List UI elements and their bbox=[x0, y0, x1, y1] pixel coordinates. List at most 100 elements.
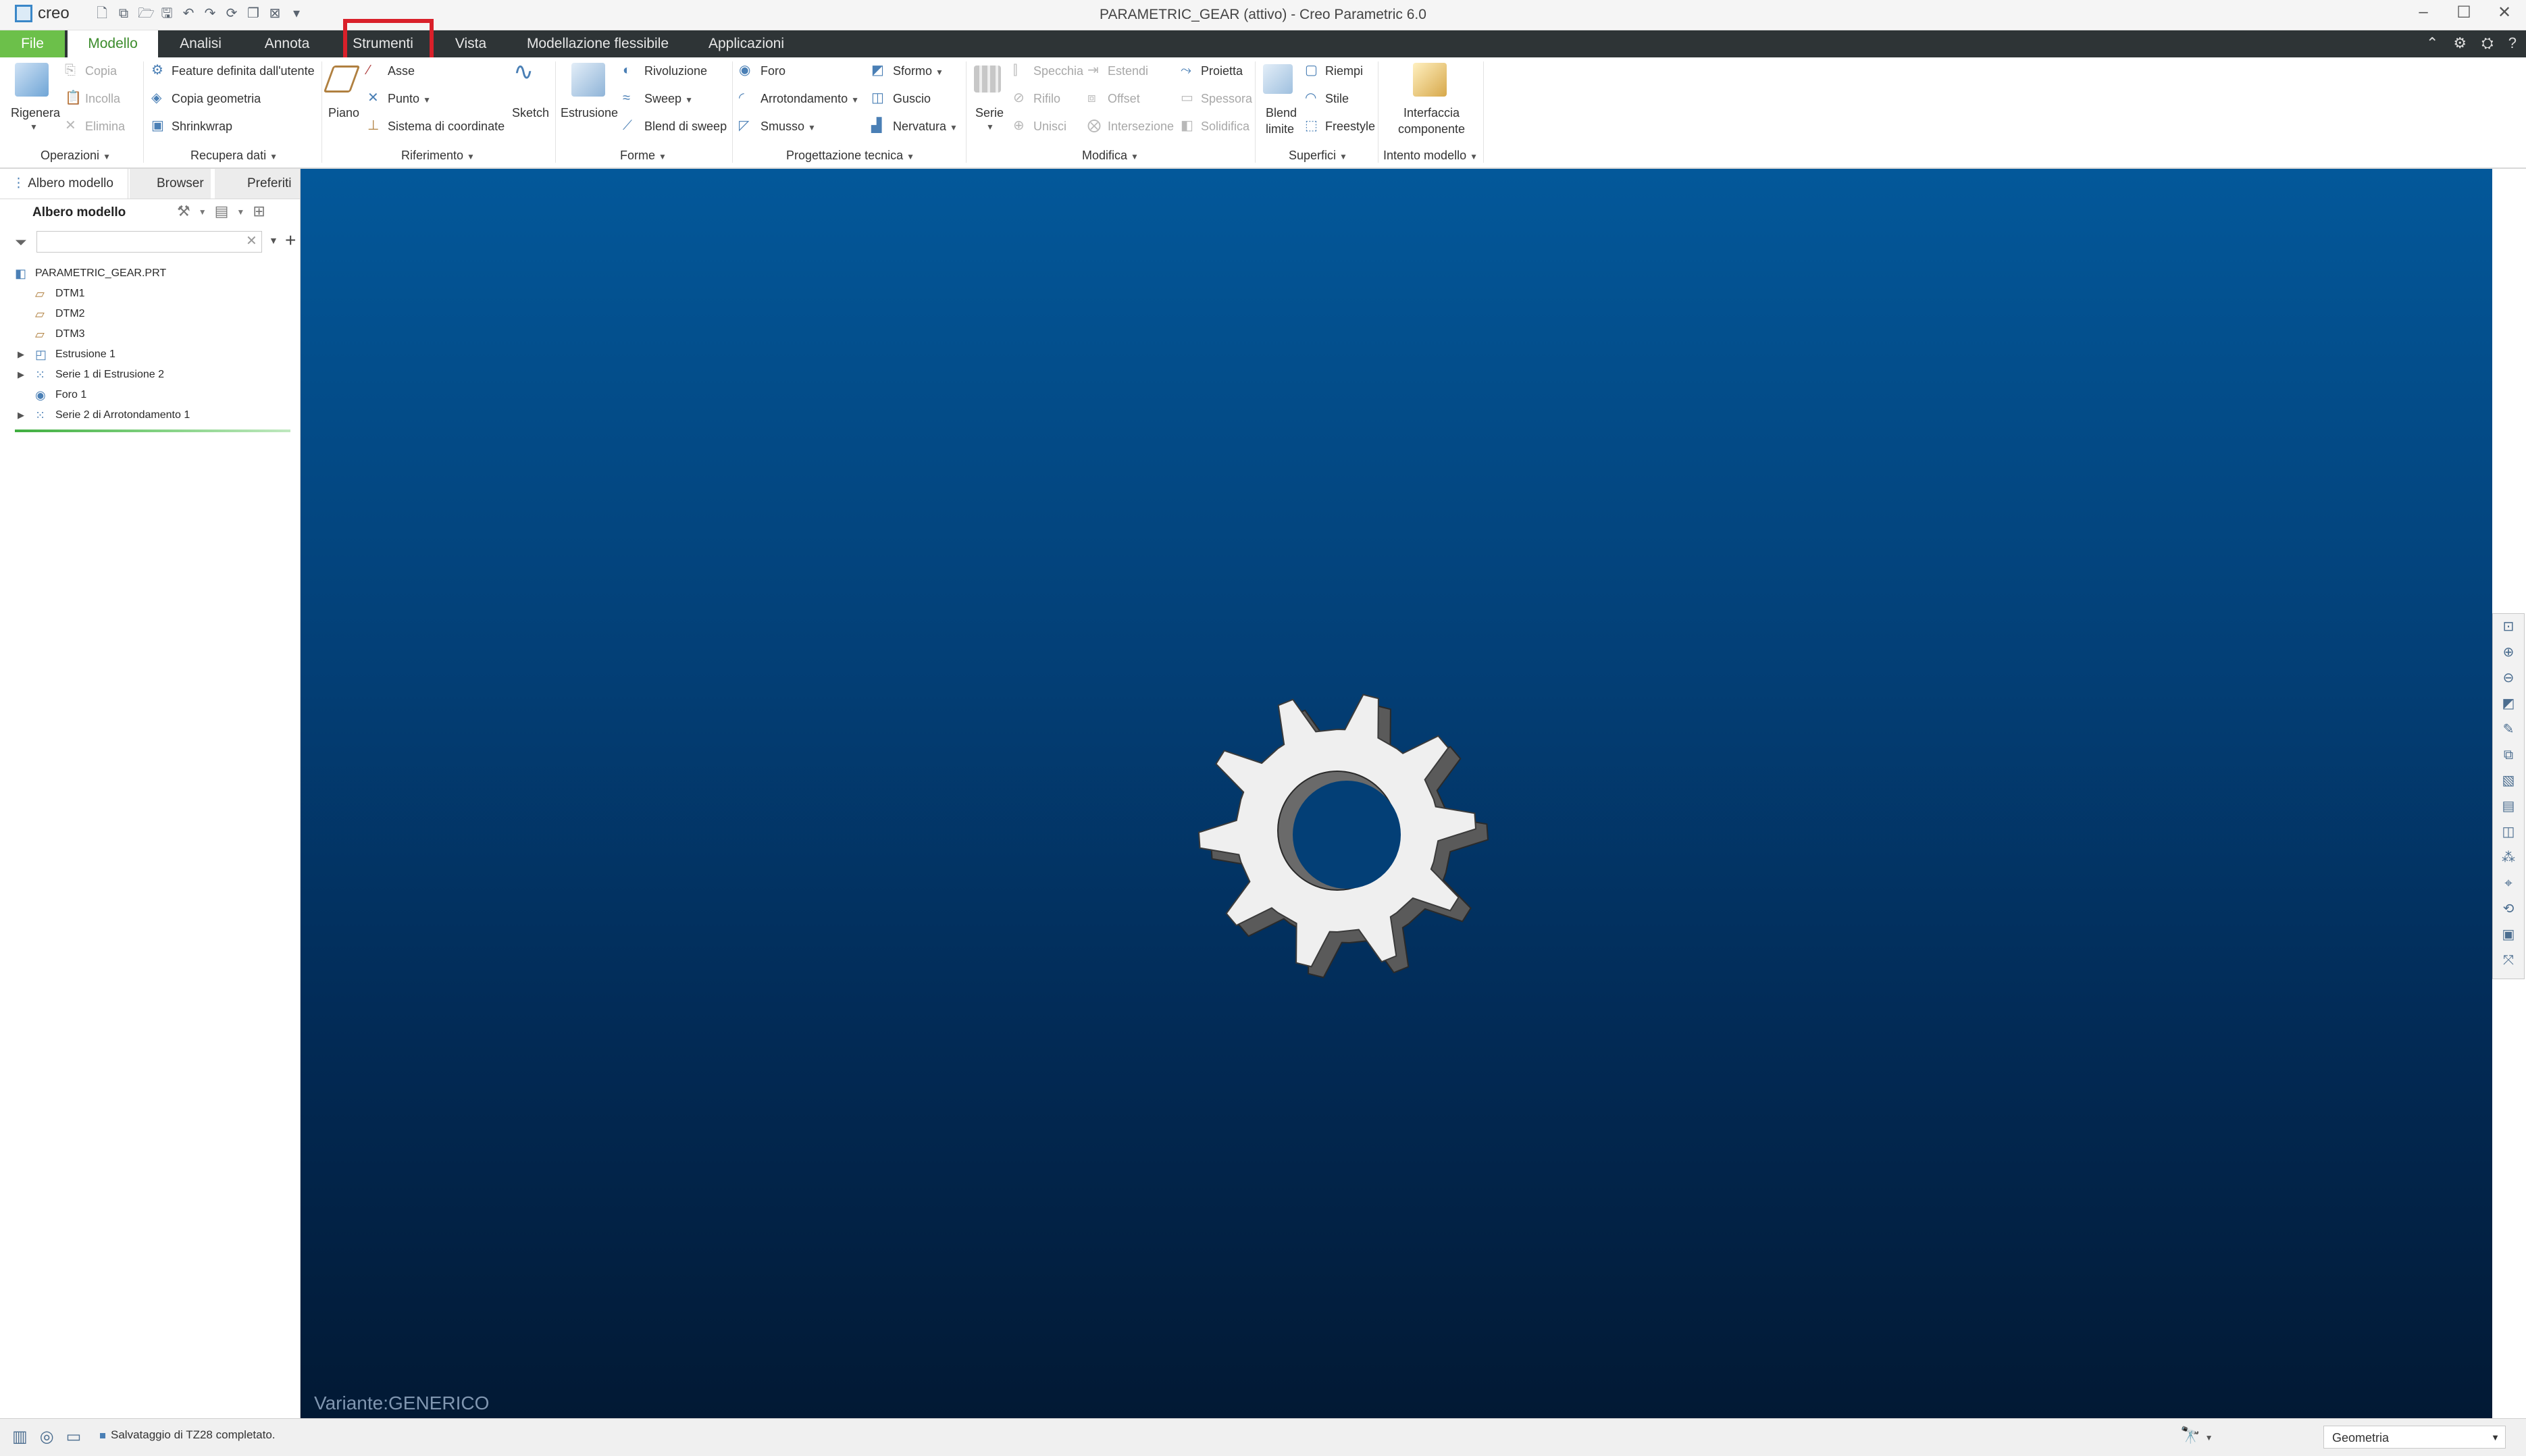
group-operazioni[interactable]: Operazioni ▼ bbox=[41, 149, 111, 163]
unisci-button[interactable]: Unisci bbox=[1033, 120, 1066, 134]
arrotondamento-button[interactable]: Arrotondamento ▼ bbox=[761, 92, 859, 106]
gear-model[interactable] bbox=[1179, 672, 1496, 989]
saved-views-icon[interactable]: ⧉ bbox=[2500, 746, 2517, 764]
tab-file[interactable]: File bbox=[0, 30, 65, 57]
repaint-icon[interactable]: ◩ bbox=[2500, 695, 2517, 712]
pattern-icon[interactable] bbox=[974, 66, 1001, 93]
group-intento-modello[interactable]: Intento modello ▼ bbox=[1383, 149, 1478, 163]
zoom-in-icon[interactable]: ⊕ bbox=[2500, 644, 2517, 661]
perspective-icon[interactable]: ◫ bbox=[2500, 823, 2517, 841]
asse-button[interactable]: Asse bbox=[388, 64, 415, 78]
maximize-icon[interactable]: ☐ bbox=[2452, 3, 2476, 22]
sistema-coordinate-button[interactable]: Sistema di coordinate bbox=[388, 120, 505, 134]
selection-filter-dropdown[interactable]: Geometria ▼ bbox=[2323, 1426, 2506, 1449]
full-screen-icon[interactable]: ▭ bbox=[66, 1427, 82, 1447]
group-modifica[interactable]: Modifica ▼ bbox=[1082, 149, 1139, 163]
punto-button[interactable]: Punto ▼ bbox=[388, 92, 431, 106]
show-icon[interactable]: ▤ bbox=[215, 203, 229, 222]
limite-label[interactable]: limite bbox=[1266, 122, 1294, 136]
selection-display-icon[interactable]: ▣ bbox=[2500, 926, 2517, 943]
tab-analisi[interactable]: Analisi bbox=[172, 30, 229, 57]
add-icon[interactable]: + bbox=[285, 230, 296, 251]
nervatura-button[interactable]: Nervatura ▼ bbox=[893, 120, 958, 134]
tree-search-input[interactable] bbox=[36, 231, 262, 253]
riempi-button[interactable]: Riempi bbox=[1325, 64, 1363, 78]
help-icon[interactable]: ? bbox=[2508, 31, 2517, 55]
open-file-icon[interactable]: ⧉ bbox=[116, 5, 131, 22]
sformo-button[interactable]: Sformo ▼ bbox=[893, 64, 944, 78]
find-icon[interactable]: 🔭 ▼ bbox=[2180, 1426, 2213, 1445]
clear-icon[interactable]: ✕ bbox=[246, 232, 257, 249]
regenerate-icon[interactable]: ⟳ bbox=[224, 5, 239, 22]
tree-item-dtm2[interactable]: ▱ DTM2 bbox=[0, 304, 300, 324]
annotation-display-icon[interactable]: ⌖ bbox=[2500, 875, 2517, 892]
expand-arrow-icon[interactable]: ▶ bbox=[18, 365, 24, 385]
elimina-button[interactable]: Elimina bbox=[85, 120, 125, 134]
spin-center-icon[interactable]: ⟲ bbox=[2500, 900, 2517, 918]
tree-item-part[interactable]: ◧ PARAMETRIC_GEAR.PRT bbox=[0, 263, 300, 284]
tab-annota[interactable]: Annota bbox=[253, 30, 321, 57]
rivoluzione-button[interactable]: Rivoluzione bbox=[644, 64, 707, 78]
reorient-icon[interactable]: ✎ bbox=[2500, 721, 2517, 738]
piano-button[interactable]: Piano bbox=[328, 106, 359, 120]
tab-modello[interactable]: Modello bbox=[68, 30, 158, 57]
refit-icon[interactable]: ⊡ bbox=[2500, 618, 2517, 635]
tree-item-estrusione-1[interactable]: ▶ ◰ Estrusione 1 bbox=[0, 344, 300, 365]
chevron-down-icon[interactable]: ▼ bbox=[986, 122, 994, 132]
blend-sweep-button[interactable]: Blend di sweep bbox=[644, 120, 727, 134]
chevron-down-icon[interactable]: ▼ bbox=[199, 203, 207, 222]
rigenera-button[interactable]: Rigenera bbox=[11, 106, 60, 120]
open-folder-icon[interactable]: 🗁 bbox=[138, 5, 155, 22]
annotation-orientation-icon[interactable]: ⤧ bbox=[2500, 952, 2517, 969]
expand-arrow-icon[interactable]: ▶ bbox=[18, 405, 24, 425]
tree-item-dtm3[interactable]: ▱ DTM3 bbox=[0, 324, 300, 344]
collapse-ribbon-icon[interactable]: ⌃ bbox=[2426, 31, 2438, 55]
close-window-icon[interactable]: ⊠ bbox=[267, 5, 282, 22]
tree-item-serie-1[interactable]: ▶ ⁙ Serie 1 di Estrusione 2 bbox=[0, 365, 300, 385]
chevron-down-icon[interactable]: ▼ bbox=[30, 122, 38, 132]
specchia-button[interactable]: Specchia bbox=[1033, 64, 1083, 78]
browser-icon[interactable]: ◎ bbox=[40, 1427, 54, 1447]
new-file-icon[interactable]: 🗋 bbox=[95, 5, 109, 22]
tab-browser[interactable]: Browser bbox=[130, 169, 211, 199]
intersezione-button[interactable]: Intersezione bbox=[1108, 120, 1174, 134]
toggle-navigator-icon[interactable]: ▥ bbox=[12, 1427, 28, 1447]
interfaccia-label[interactable]: Interfaccia bbox=[1403, 106, 1460, 120]
boundary-blend-icon[interactable] bbox=[1263, 64, 1293, 94]
estrusione-button[interactable]: Estrusione bbox=[561, 106, 618, 120]
tree-item-foro-1[interactable]: ◉ Foro 1 bbox=[0, 385, 300, 405]
community-icon[interactable]: ⛭ bbox=[2481, 31, 2494, 55]
minimize-icon[interactable]: – bbox=[2411, 3, 2435, 22]
view-manager-icon[interactable]: ▤ bbox=[2500, 798, 2517, 815]
redo-icon[interactable]: ↷ bbox=[203, 5, 217, 22]
copia-button[interactable]: Copia bbox=[85, 64, 117, 78]
zoom-out-icon[interactable]: ⊖ bbox=[2500, 669, 2517, 687]
tree-settings-icon[interactable]: ⚒ bbox=[177, 203, 190, 222]
close-icon[interactable]: ✕ bbox=[2492, 3, 2517, 22]
tab-modellazione-flessibile[interactable]: Modellazione flessibile bbox=[520, 30, 675, 57]
component-interface-icon[interactable] bbox=[1413, 63, 1447, 97]
chevron-down-icon[interactable]: ▼ bbox=[269, 235, 278, 246]
spessora-button[interactable]: Spessora bbox=[1201, 92, 1252, 106]
graphics-viewport[interactable]: Variante:GENERICO bbox=[301, 169, 2492, 1418]
datum-display-icon[interactable]: ⁂ bbox=[2500, 849, 2517, 866]
sketch-button[interactable]: Sketch bbox=[512, 106, 549, 120]
foro-button[interactable]: Foro bbox=[761, 64, 785, 78]
customize-qat-icon[interactable]: ▾ bbox=[289, 5, 304, 22]
feature-utente-button[interactable]: Feature definita dall'utente bbox=[172, 64, 315, 78]
copia-geometria-button[interactable]: Copia geometria bbox=[172, 92, 261, 106]
blend-label[interactable]: Blend bbox=[1266, 106, 1297, 120]
filter-icon[interactable]: ⏷ bbox=[15, 234, 27, 251]
guscio-button[interactable]: Guscio bbox=[893, 92, 931, 106]
tree-item-serie-2[interactable]: ▶ ⁙ Serie 2 di Arrotondamento 1 bbox=[0, 405, 300, 425]
rifilo-button[interactable]: Rifilo bbox=[1033, 92, 1060, 106]
regenerate-icon[interactable] bbox=[15, 63, 49, 97]
sketch-icon[interactable]: ∿ bbox=[513, 59, 534, 84]
datum-plane-icon[interactable] bbox=[323, 66, 361, 93]
save-icon[interactable]: 🖫 bbox=[159, 5, 174, 22]
group-recupera-dati[interactable]: Recupera dati ▼ bbox=[190, 149, 278, 163]
tab-vista[interactable]: Vista bbox=[446, 30, 496, 57]
freestyle-button[interactable]: Freestyle bbox=[1325, 120, 1375, 134]
group-superfici[interactable]: Superfici ▼ bbox=[1289, 149, 1347, 163]
insert-here-marker[interactable] bbox=[15, 430, 290, 432]
